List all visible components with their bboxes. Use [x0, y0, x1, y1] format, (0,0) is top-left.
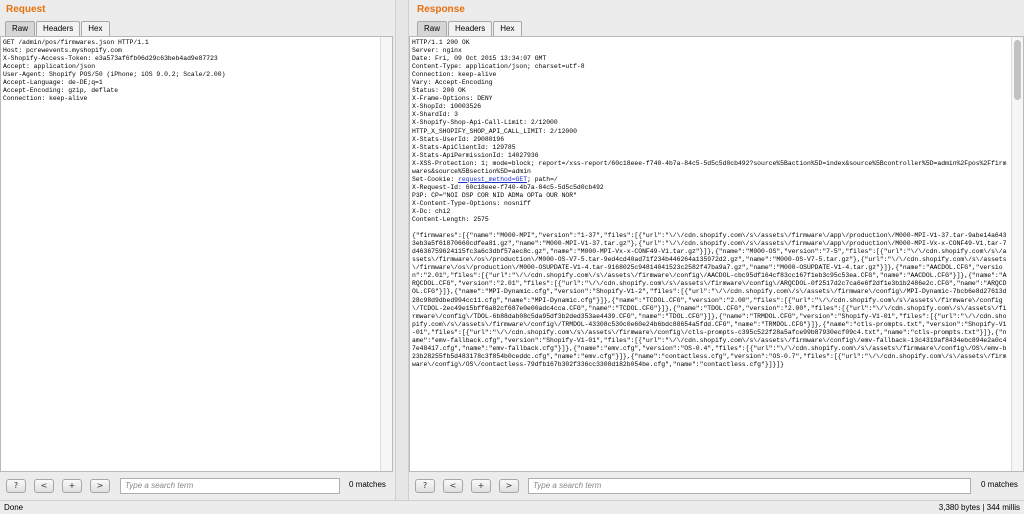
response-match-count: 0 matches — [981, 480, 1018, 489]
message-line: Content-Type: application/json; charset=… — [412, 63, 585, 71]
message-line: X-Stats-UserId: 29080196 — [412, 135, 505, 143]
request-editor[interactable]: GET /admin/pos/firmwares.json HTTP/1.1 Ho… — [0, 36, 393, 472]
message-line: X-Frame-Options: DENY — [412, 95, 493, 103]
response-tabs: Raw Headers Hex — [417, 21, 523, 37]
response-help-button[interactable]: ? — [415, 479, 435, 493]
response-tab-hex[interactable]: Hex — [493, 21, 522, 36]
response-title: Response — [417, 4, 465, 15]
request-title: Request — [6, 4, 46, 15]
request-search-bar: ? < + > Type a search term 0 matches — [0, 476, 395, 496]
message-line: Server: nginx — [412, 47, 462, 55]
response-prev-match-button[interactable]: < — [443, 479, 463, 493]
message-line: HTTP_X_SHOPIFY_SHOP_API_CALL_LIMIT: 2/12… — [412, 127, 577, 135]
message-line: Host: pcrewevents.myshopify.com — [3, 47, 122, 55]
request-prev-match-button[interactable]: < — [34, 479, 54, 493]
message-line: Accept: application/json — [3, 63, 96, 71]
request-tabs: Raw Headers Hex — [5, 21, 111, 37]
status-bar: Done 3,380 bytes | 344 millis — [0, 500, 1024, 514]
message-line: X-Stats-ApiClientId: 129785 — [412, 143, 516, 151]
cookie-link[interactable]: request_method=GET — [458, 176, 527, 183]
response-tab-headers[interactable]: Headers — [448, 21, 493, 36]
message-line: X-Request-Id: 60c18eee-f740-4b7a-84c5-5d… — [412, 183, 604, 191]
message-line: X-XSS-Protection: 1; mode=block; report=… — [412, 159, 1007, 175]
message-line: Accept-Encoding: gzip, deflate — [3, 87, 119, 95]
message-line: Accept-Language: de-DE;q=1 — [3, 79, 103, 87]
message-line: X-Shopify-Access-Token: e3a573af6fb06d29… — [3, 55, 218, 63]
request-search-input[interactable]: Type a search term — [120, 478, 340, 494]
response-next-match-button[interactable]: > — [499, 479, 519, 493]
request-add-button[interactable]: + — [62, 479, 82, 493]
message-line: Content-Length: 2575 — [412, 216, 489, 224]
message-line: X-ShardId: 3 — [412, 111, 459, 119]
response-search-input[interactable]: Type a search term — [528, 478, 971, 494]
message-line: HTTP/1.1 200 OK — [412, 39, 470, 46]
request-match-count: 0 matches — [349, 480, 386, 489]
response-add-button[interactable]: + — [471, 479, 491, 493]
response-tab-raw[interactable]: Raw — [417, 21, 448, 36]
response-search-bar: ? < + > Type a search term 0 matches — [409, 476, 1024, 496]
response-scroll-thumb[interactable] — [1014, 40, 1021, 100]
message-line: X-ShopId: 10003526 — [412, 103, 482, 111]
status-text: Done — [4, 503, 24, 512]
request-scrollbar[interactable] — [380, 37, 392, 471]
request-tab-hex[interactable]: Hex — [81, 21, 110, 36]
message-line: User-Agent: Shopify POS/50 (iPhone; iOS … — [3, 71, 226, 79]
message-line: X-Dc: chi2 — [412, 207, 451, 215]
request-tab-headers[interactable]: Headers — [36, 21, 81, 36]
request-tab-raw[interactable]: Raw — [5, 21, 36, 36]
message-line: X-Shopify-Shop-Api-Call-Limit: 2/12000 — [412, 119, 558, 127]
http-message-viewer: Request Raw Headers Hex GET /admin/pos/f… — [0, 0, 1024, 514]
request-next-match-button[interactable]: > — [90, 479, 110, 493]
response-editor[interactable]: HTTP/1.1 200 OK Server: nginx Date: Fri, 0… — [409, 36, 1024, 472]
request-text[interactable]: GET /admin/pos/firmwares.json HTTP/1.1 Ho… — [3, 39, 378, 103]
request-help-button[interactable]: ? — [6, 479, 26, 493]
message-line: Connection: keep-alive — [3, 95, 88, 103]
message-line: P3P: CP="NOI DSP COR NID ADMa OPTa OUR N… — [412, 191, 577, 199]
message-line: Date: Fri, 09 Oct 2015 13:34:07 GMT — [412, 55, 547, 63]
message-line: Set-Cookie: request_method=GET; path=/ — [412, 175, 558, 183]
message-line — [412, 224, 1009, 232]
response-scrollbar[interactable] — [1011, 37, 1023, 471]
request-pane: Request Raw Headers Hex GET /admin/pos/f… — [0, 0, 395, 500]
message-line: Status: 200 OK — [412, 87, 466, 95]
message-line: {"firmwares":[{"name":"M000-MPI","versio… — [412, 232, 1007, 368]
response-pane: Response Raw Headers Hex HTTP/1.1 200 OK… — [409, 0, 1024, 500]
response-text[interactable]: HTTP/1.1 200 OK Server: nginx Date: Fri, 0… — [412, 39, 1009, 369]
message-line: GET /admin/pos/firmwares.json HTTP/1.1 — [3, 39, 149, 46]
message-line: X-Stats-ApiPermissionId: 14027936 — [412, 151, 539, 159]
pane-divider[interactable] — [395, 0, 409, 500]
message-line: X-Content-Type-Options: nosniff — [412, 199, 531, 207]
message-line: Vary: Accept-Encoding — [412, 79, 493, 87]
response-size-timing: 3,380 bytes | 344 millis — [938, 503, 1020, 512]
message-line: Connection: keep-alive — [412, 71, 497, 79]
